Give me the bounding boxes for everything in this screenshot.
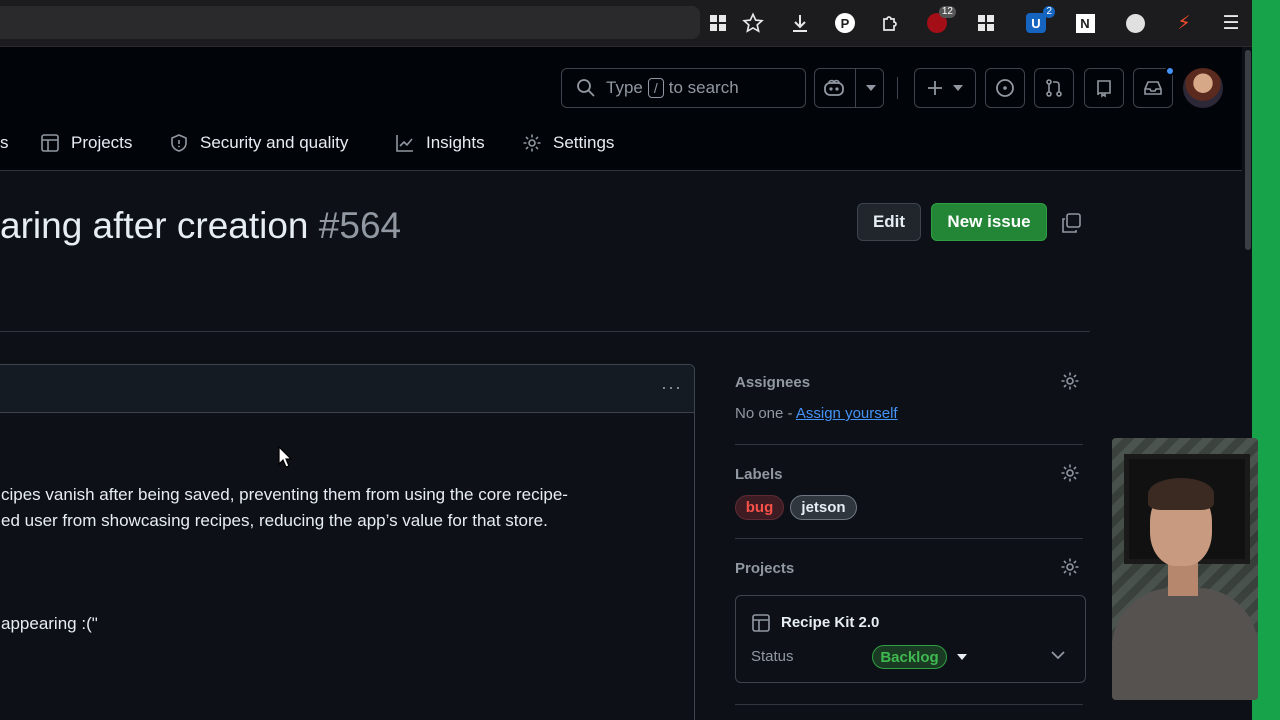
comment-line: appearing :(" <box>1 614 98 633</box>
nav-item-security[interactable]: Security and quality <box>169 127 348 159</box>
labels-gear-icon[interactable] <box>1060 463 1080 483</box>
avatar[interactable] <box>1183 68 1223 108</box>
copilot-icon <box>823 79 844 96</box>
search-shortcut-key: / <box>647 78 664 98</box>
inbox-icon <box>1144 81 1162 95</box>
copilot-divider <box>854 69 856 107</box>
label-jetson[interactable]: jetson <box>790 495 857 520</box>
nav-item-projects-label: Projects <box>71 133 133 152</box>
assign-yourself-link[interactable]: Assign yourself <box>796 405 898 422</box>
webcam-person-hair <box>1148 478 1214 510</box>
u-extension-icon[interactable]: U 2 <box>1023 6 1055 36</box>
graph-icon <box>396 135 413 152</box>
webcam-overlay <box>1112 438 1258 700</box>
ublock-icon[interactable]: 12 <box>924 6 956 36</box>
nav-item-settings-label: Settings <box>553 133 615 152</box>
plus-icon <box>928 81 942 95</box>
grid-extension-icon[interactable] <box>973 10 999 36</box>
pull-request-icon <box>1046 79 1062 97</box>
create-new-button[interactable] <box>914 68 976 108</box>
bolt-extension-icon[interactable]: ⚡ <box>1171 10 1197 36</box>
copy-icon[interactable] <box>1060 212 1082 234</box>
nav-item-security-label: Security and quality <box>200 133 349 152</box>
menu-icon[interactable]: ☰ <box>1218 10 1244 36</box>
sidebar-divider <box>735 538 1083 539</box>
edit-button[interactable]: Edit <box>857 203 921 241</box>
nav-item-insights[interactable]: Insights <box>395 127 485 159</box>
nav-item-partial[interactable]: s <box>0 127 9 159</box>
nav-item-projects[interactable]: Projects <box>40 127 132 159</box>
issue-title: aring after creation #564 <box>0 205 401 261</box>
table-icon <box>752 614 770 632</box>
caret-down-icon[interactable] <box>957 654 967 660</box>
kebab-menu-icon[interactable]: ··· <box>661 377 682 398</box>
bolt-glyph: ⚡ <box>1177 12 1191 34</box>
download-icon[interactable] <box>787 10 813 36</box>
issue-number: #564 <box>318 205 402 246</box>
issues-button[interactable] <box>985 68 1025 108</box>
shield-icon <box>171 134 187 152</box>
notification-dot <box>1165 66 1175 76</box>
caret-down-icon <box>865 85 876 91</box>
project-card: Recipe Kit 2.0 Status Backlog <box>735 595 1086 683</box>
u-extension-badge: 2 <box>1043 6 1055 18</box>
sidebar-divider <box>735 444 1083 445</box>
circle-extension-icon[interactable] <box>1122 10 1148 36</box>
comment-line: ed user from showcasing recipes, reducin… <box>1 511 548 530</box>
repositories-button[interactable] <box>1084 68 1124 108</box>
puzzle-icon[interactable] <box>877 10 903 36</box>
circle-extension-glyph <box>1125 13 1145 33</box>
scrollbar-thumb[interactable] <box>1245 50 1251 250</box>
search-icon <box>577 79 595 97</box>
comment-line: cipes vanish after being saved, preventi… <box>1 485 568 504</box>
issue-comment: ··· cipes vanish after being saved, prev… <box>0 364 695 720</box>
labels-heading: Labels <box>735 466 783 483</box>
project-name[interactable]: Recipe Kit 2.0 <box>781 614 879 631</box>
n-extension-icon[interactable]: N <box>1072 10 1098 36</box>
apps-grid-icon[interactable] <box>705 10 731 36</box>
assignees-value: No one - Assign yourself <box>735 405 898 422</box>
address-bar[interactable] <box>0 6 700 39</box>
n-extension-glyph: N <box>1075 13 1095 33</box>
webcam-person-shirt <box>1112 588 1258 700</box>
projects-heading: Projects <box>735 560 795 577</box>
new-issue-button[interactable]: New issue <box>931 203 1047 241</box>
ublock-badge: 12 <box>938 6 956 18</box>
nav-item-insights-label: Insights <box>426 133 485 152</box>
chevron-down-icon[interactable] <box>1051 650 1065 660</box>
nav-item-settings[interactable]: Settings <box>522 127 614 159</box>
star-icon[interactable] <box>740 10 766 36</box>
pull-requests-button[interactable] <box>1034 68 1074 108</box>
search-input[interactable]: Type / to search <box>561 68 806 108</box>
comment-header: ··· <box>0 365 694 413</box>
assignees-gear-icon[interactable] <box>1060 371 1080 391</box>
gear-icon <box>523 134 541 152</box>
sidebar-divider <box>735 704 1083 705</box>
status-label: Status <box>751 648 794 665</box>
issue-opened-icon <box>996 79 1014 97</box>
nav-item-partial-label: s <box>0 133 9 152</box>
issue-title-text: aring after creation <box>0 205 309 246</box>
search-suffix: to search <box>668 78 739 97</box>
u-extension-glyph: U <box>1026 13 1046 33</box>
label-bug[interactable]: bug <box>735 495 784 520</box>
repo-icon <box>1097 80 1111 98</box>
title-divider <box>0 331 1090 332</box>
search-prefix: Type <box>606 78 643 97</box>
copilot-button[interactable] <box>814 68 884 108</box>
menu-glyph: ☰ <box>1222 12 1240 34</box>
browser-toolbar: P 12 U 2 N ⚡ ☰ <box>0 0 1252 47</box>
no-assignee-text: No one - <box>735 405 796 422</box>
github-header: Type / to search s Projects Security and… <box>0 47 1252 171</box>
status-badge[interactable]: Backlog <box>872 645 947 669</box>
caret-down-icon <box>953 85 963 91</box>
header-divider <box>897 77 898 99</box>
table-icon <box>41 134 59 152</box>
projects-gear-icon[interactable] <box>1060 557 1080 577</box>
p-extension-glyph: P <box>835 13 855 33</box>
assignees-heading: Assignees <box>735 374 811 391</box>
mouse-cursor-icon <box>278 446 292 468</box>
p-extension-icon[interactable]: P <box>832 10 858 36</box>
